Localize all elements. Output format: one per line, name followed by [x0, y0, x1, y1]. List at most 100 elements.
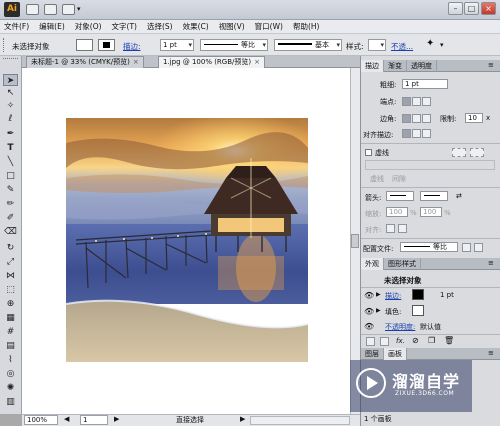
- menu-object[interactable]: 对象(O): [75, 20, 102, 34]
- miter-join-button[interactable]: [402, 114, 411, 123]
- rotate-tool-icon[interactable]: ↻: [3, 242, 18, 254]
- tab-transparency[interactable]: 透明度: [407, 59, 437, 72]
- direct-selection-tool-icon[interactable]: ↖: [3, 87, 18, 99]
- flip-along-button[interactable]: [462, 243, 471, 252]
- tab-graphic-styles[interactable]: 图形样式: [384, 257, 421, 270]
- scale-tool-icon[interactable]: ⤢: [3, 256, 18, 268]
- round-cap-button[interactable]: [412, 97, 421, 106]
- tab-stroke[interactable]: 描边: [361, 59, 384, 72]
- graphic-style-select[interactable]: [368, 39, 386, 51]
- menu-select[interactable]: 选择(S): [147, 20, 173, 34]
- align-center-button[interactable]: [402, 129, 411, 138]
- panel-menu-icon[interactable]: ≡: [488, 349, 494, 357]
- eye-icon[interactable]: 👁: [364, 322, 374, 331]
- butt-cap-button[interactable]: [402, 97, 411, 106]
- status-menu-icon[interactable]: ▶: [240, 415, 245, 423]
- tab-appearance[interactable]: 外观: [361, 257, 384, 270]
- end-scale-input[interactable]: 100: [420, 207, 442, 217]
- panel-menu-icon[interactable]: ≡: [488, 259, 494, 267]
- shape-builder-tool-icon[interactable]: ⊕: [3, 298, 18, 310]
- menu-window[interactable]: 窗口(W): [255, 20, 283, 34]
- chevron-down-icon[interactable]: ▾: [440, 41, 444, 49]
- tools-grip[interactable]: [3, 58, 18, 63]
- menu-help[interactable]: 帮助(H): [293, 20, 320, 34]
- pencil-tool-icon[interactable]: ✏: [3, 198, 18, 210]
- start-arrowhead-select[interactable]: [386, 191, 414, 201]
- mesh-tool-icon[interactable]: #: [3, 326, 18, 338]
- menu-edit[interactable]: 编辑(E): [39, 20, 65, 34]
- projecting-cap-button[interactable]: [422, 97, 431, 106]
- align-dash-button[interactable]: [470, 148, 484, 157]
- recolor-icon[interactable]: ✦: [426, 38, 434, 49]
- round-join-button[interactable]: [412, 114, 421, 123]
- preserve-dash-button[interactable]: [452, 148, 466, 157]
- expand-triangle-icon[interactable]: ▶: [376, 307, 381, 314]
- duplicate-item-icon[interactable]: ❐: [428, 336, 435, 345]
- workspace-icon[interactable]: [44, 4, 57, 15]
- menu-view[interactable]: 视图(V): [219, 20, 245, 34]
- menu-effect[interactable]: 效果(C): [183, 20, 209, 34]
- paintbrush-tool-icon[interactable]: ✎: [3, 184, 18, 196]
- menu-type[interactable]: 文字(T): [112, 20, 137, 34]
- horizontal-scrollbar[interactable]: [250, 416, 350, 425]
- lasso-tool-icon[interactable]: ℓ: [3, 113, 18, 125]
- align-inside-button[interactable]: [412, 129, 421, 138]
- variable-width-profile-select[interactable]: 等比: [200, 39, 268, 51]
- clear-appearance-icon[interactable]: ⊘: [412, 336, 419, 345]
- bevel-join-button[interactable]: [422, 114, 431, 123]
- stroke-weight-select[interactable]: 1 pt: [160, 39, 194, 51]
- symbol-sprayer-tool-icon[interactable]: ✺: [3, 382, 18, 394]
- appearance-fill-swatch[interactable]: [412, 305, 424, 316]
- bridge-icon[interactable]: [26, 4, 39, 15]
- appearance-opacity-link[interactable]: 不透明度:: [385, 322, 415, 332]
- appearance-stroke-link[interactable]: 描边:: [385, 291, 401, 301]
- magic-wand-tool-icon[interactable]: ✧: [3, 100, 18, 112]
- stroke-link[interactable]: 描边:: [123, 41, 141, 52]
- end-arrowhead-select[interactable]: [420, 191, 448, 201]
- eye-icon[interactable]: 👁: [364, 291, 374, 300]
- selection-tool-icon[interactable]: ➤: [3, 74, 18, 86]
- arrow-tip-extend-button[interactable]: [386, 224, 395, 233]
- close-icon[interactable]: ×: [254, 58, 260, 66]
- tab-layers[interactable]: 图层: [361, 347, 384, 360]
- pen-tool-icon[interactable]: ✒: [3, 128, 18, 140]
- close-button[interactable]: ×: [481, 2, 496, 15]
- flip-across-button[interactable]: [474, 243, 483, 252]
- add-effect-button[interactable]: fx.: [396, 337, 405, 345]
- close-icon[interactable]: ×: [133, 58, 139, 66]
- dashed-line-checkbox[interactable]: [365, 149, 372, 156]
- align-outside-button[interactable]: [422, 129, 431, 138]
- scrollbar-thumb[interactable]: [351, 234, 359, 248]
- type-tool-icon[interactable]: T: [3, 142, 18, 154]
- eye-icon[interactable]: 👁: [364, 307, 374, 316]
- grip-handle[interactable]: [3, 38, 7, 52]
- document-tab-untitled[interactable]: 未标题-1 @ 33% (CMYK/预览) ×: [26, 56, 144, 68]
- arrange-icon[interactable]: [62, 4, 75, 15]
- tab-gradient[interactable]: 渐变: [384, 59, 407, 72]
- miter-limit-input[interactable]: 10: [465, 113, 483, 123]
- expand-triangle-icon[interactable]: ▶: [376, 291, 381, 298]
- gradient-tool-icon[interactable]: ▤: [3, 340, 18, 352]
- column-graph-tool-icon[interactable]: ▥: [3, 396, 18, 408]
- maximize-button[interactable]: □: [464, 2, 479, 15]
- add-fill-button[interactable]: [380, 337, 389, 346]
- stroke-weight-input[interactable]: 1 pt: [402, 79, 448, 89]
- appearance-stroke-swatch[interactable]: [412, 289, 424, 300]
- first-artboard-icon[interactable]: ◀: [64, 415, 69, 423]
- stroke-swatch[interactable]: [98, 39, 115, 51]
- eraser-tool-icon[interactable]: ⌫: [3, 226, 18, 238]
- blob-brush-tool-icon[interactable]: ✐: [3, 212, 18, 224]
- start-scale-input[interactable]: 100: [386, 207, 408, 217]
- minimize-button[interactable]: –: [448, 2, 463, 15]
- free-transform-tool-icon[interactable]: ⬚: [3, 284, 18, 296]
- brush-definition-select[interactable]: 基本: [274, 39, 342, 51]
- zoom-select[interactable]: 100%: [24, 415, 58, 425]
- menu-file[interactable]: 文件(F): [4, 20, 29, 34]
- document-tab-jpg[interactable]: 1.jpg @ 100% (RGB/预览) ×: [158, 56, 265, 68]
- width-tool-icon[interactable]: ⋈: [3, 270, 18, 282]
- blend-tool-icon[interactable]: ◎: [3, 368, 18, 380]
- eyedropper-tool-icon[interactable]: ⌇: [3, 354, 18, 366]
- perspective-grid-tool-icon[interactable]: ▦: [3, 312, 18, 324]
- tab-artboards[interactable]: 画板: [384, 347, 407, 360]
- panel-menu-icon[interactable]: ≡: [488, 61, 494, 69]
